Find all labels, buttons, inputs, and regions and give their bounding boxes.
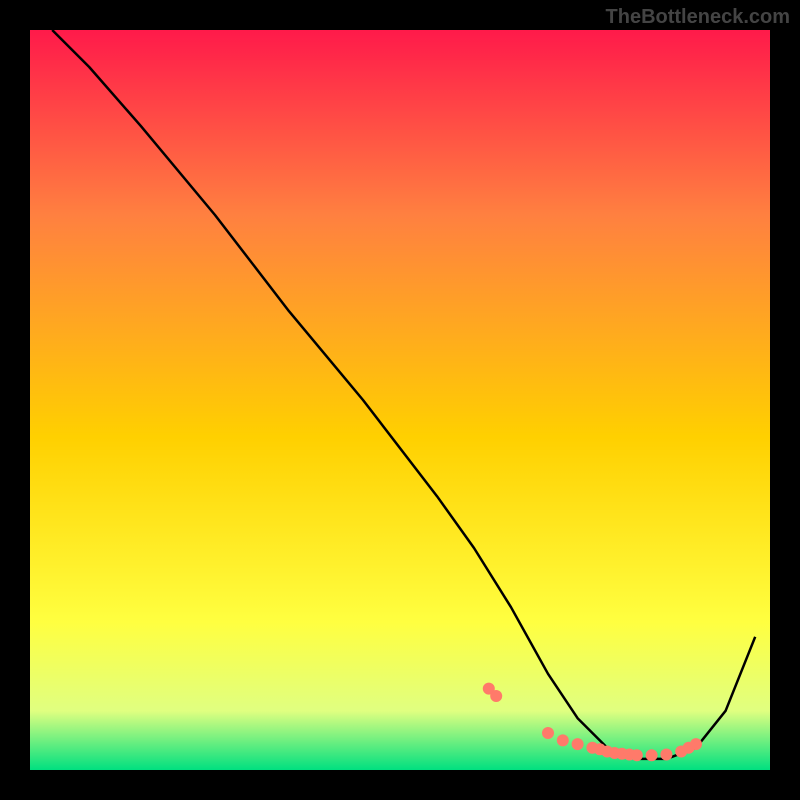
- watermark-text: TheBottleneck.com: [606, 6, 790, 29]
- optimal-range-markers-point: [572, 738, 584, 750]
- optimal-range-markers-point: [646, 749, 658, 761]
- plot-area: [30, 30, 770, 770]
- optimal-range-markers-point: [690, 738, 702, 750]
- chart-container: TheBottleneck.com: [0, 0, 800, 800]
- optimal-range-markers-point: [490, 690, 502, 702]
- optimal-range-markers-point: [542, 727, 554, 739]
- optimal-range-markers-point: [660, 749, 672, 761]
- chart-svg: [30, 30, 770, 770]
- gradient-background: [30, 30, 770, 770]
- optimal-range-markers-point: [631, 749, 643, 761]
- optimal-range-markers-point: [557, 734, 569, 746]
